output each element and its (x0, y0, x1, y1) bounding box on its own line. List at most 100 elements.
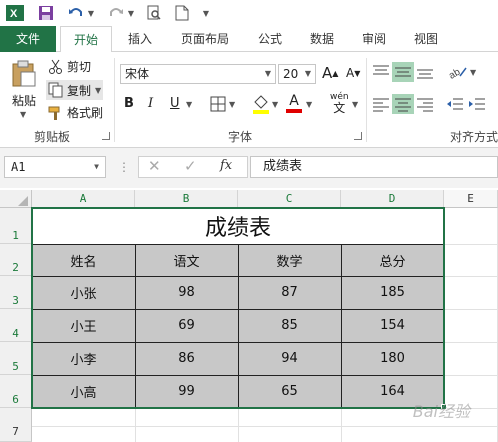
fill-color-button[interactable]: ▼ (252, 94, 278, 114)
gridline (238, 408, 239, 442)
font-name-select[interactable]: 宋体 ▼ (120, 64, 276, 84)
gridline (444, 342, 498, 343)
insert-function-icon[interactable]: fx (220, 158, 232, 173)
underline-dropdown-icon[interactable]: ▼ (186, 100, 192, 109)
undo-dropdown-icon[interactable]: ▼ (86, 3, 96, 23)
underline-button[interactable]: U (170, 96, 180, 111)
paste-label: 粘贴 (11, 94, 36, 108)
redo-dropdown-icon[interactable]: ▼ (126, 3, 136, 23)
gridline (32, 426, 498, 427)
row-header-3[interactable]: 3 (0, 276, 32, 309)
watermark: Bai经验 (412, 402, 470, 421)
row-header-6[interactable]: 6 (0, 375, 32, 408)
tab-review[interactable]: 审阅 (352, 26, 396, 52)
gridline (444, 309, 498, 310)
row-header-5[interactable]: 5 (0, 342, 32, 375)
tab-insert[interactable]: 插入 (118, 26, 162, 52)
formula-input[interactable]: 成绩表 (250, 156, 498, 178)
tab-page-layout[interactable]: 页面布局 (170, 26, 240, 52)
svg-text:ab: ab (448, 66, 463, 80)
cut-button[interactable]: 剪切 (48, 58, 91, 75)
save-icon[interactable] (36, 3, 56, 23)
align-bottom-button[interactable] (416, 64, 434, 80)
row-header-1[interactable]: 1 (0, 208, 32, 244)
align-right-button[interactable] (416, 96, 434, 112)
align-center-icon (395, 98, 411, 112)
increase-font-label: A (322, 64, 333, 82)
paste-button[interactable]: 粘贴 (8, 60, 40, 109)
formula-bar: A1 ▼ ⋮ ✕ ✓ fx 成绩表 (0, 148, 498, 188)
group-divider (114, 58, 115, 142)
copy-icon (48, 82, 63, 98)
align-left-icon (373, 98, 389, 112)
format-painter-button[interactable]: 格式刷 (48, 104, 103, 121)
paintbrush-icon (48, 106, 60, 120)
orientation-button[interactable]: ab ▼ (448, 64, 476, 80)
decrease-indent-button[interactable] (446, 96, 464, 112)
italic-button[interactable]: I (148, 96, 153, 111)
enter-icon[interactable]: ✓ (184, 157, 197, 175)
column-header-d[interactable]: D (341, 190, 444, 208)
decrease-font-label: A (346, 66, 355, 80)
row-header-2[interactable]: 2 (0, 244, 32, 276)
font-color-swatch (286, 109, 302, 113)
cancel-icon[interactable]: ✕ (148, 157, 161, 175)
increase-indent-button[interactable] (468, 96, 486, 112)
increase-font-button[interactable]: A ▲ (322, 64, 338, 82)
redo-icon[interactable] (106, 3, 126, 23)
align-center-button[interactable] (392, 94, 414, 114)
phonetic-dropdown-icon[interactable]: ▼ (352, 100, 358, 109)
name-box-dropdown-icon: ▼ (94, 162, 99, 171)
tab-view[interactable]: 视图 (404, 26, 448, 52)
clipboard-icon (12, 60, 36, 87)
scissors-icon (49, 59, 62, 74)
align-top-icon (373, 65, 389, 75)
borders-button[interactable]: ▼ (210, 96, 235, 112)
tab-formulas[interactable]: 公式 (248, 26, 292, 52)
copy-label: 复制 (67, 83, 92, 98)
align-bottom-icon (417, 69, 433, 79)
font-color-dropdown-icon[interactable]: ▼ (306, 100, 312, 109)
column-header-a[interactable]: A (32, 190, 135, 208)
undo-icon[interactable] (66, 3, 86, 23)
font-launcher-icon[interactable] (354, 132, 362, 140)
paste-dropdown-icon[interactable]: ▼ (20, 110, 32, 119)
font-size-value: 20 (283, 67, 299, 81)
decrease-font-button[interactable]: A ▼ (346, 66, 360, 80)
font-color-button[interactable]: A (286, 94, 302, 113)
column-header-e[interactable]: E (444, 190, 498, 208)
tab-file[interactable]: 文件 (0, 26, 56, 52)
align-left-button[interactable] (372, 96, 390, 112)
alignment-group-label: 对齐方式 (450, 130, 498, 144)
gridline (135, 408, 136, 442)
increase-indent-icon (469, 98, 485, 110)
clipboard-launcher-icon[interactable] (102, 132, 110, 140)
tab-data[interactable]: 数据 (300, 26, 344, 52)
font-size-select[interactable]: 20 ▼ (278, 64, 316, 84)
select-all-corner[interactable] (0, 190, 32, 208)
bold-button[interactable]: B (124, 96, 134, 111)
column-header-b[interactable]: B (135, 190, 238, 208)
phonetic-button[interactable]: wén 文 (330, 92, 349, 114)
excel-logo-icon: X (4, 3, 26, 23)
row-header-4[interactable]: 4 (0, 309, 32, 342)
customize-qat-icon[interactable]: ▼ (200, 3, 212, 23)
align-middle-icon (395, 67, 411, 77)
print-preview-icon[interactable] (144, 3, 164, 23)
font-color-letter: A (289, 93, 299, 109)
align-top-button[interactable] (372, 64, 390, 80)
font-size-dropdown-icon: ▼ (304, 69, 311, 78)
svg-text:X: X (10, 8, 18, 20)
tab-home[interactable]: 开始 (60, 26, 112, 53)
decrease-indent-icon (447, 98, 463, 110)
ribbon: 粘贴 ▼ 剪切 复制 ▼ 格式刷 剪贴板 宋体 ▼ 20 ▼ A ▲ A ▼ B I… (0, 52, 498, 148)
name-box[interactable]: A1 ▼ (4, 156, 106, 178)
align-middle-button[interactable] (392, 62, 414, 82)
font-name-value: 宋体 (125, 67, 150, 81)
row-header-7[interactable]: 7 (0, 408, 32, 442)
column-header-c[interactable]: C (238, 190, 341, 208)
copy-button[interactable]: 复制 ▼ (46, 80, 104, 100)
paint-bucket-icon (253, 95, 269, 114)
new-document-icon[interactable] (172, 3, 192, 23)
worksheet-grid[interactable]: A B C D E 1 2 3 4 5 6 7 成绩表 姓名 语文 数学 总分 … (0, 190, 498, 442)
